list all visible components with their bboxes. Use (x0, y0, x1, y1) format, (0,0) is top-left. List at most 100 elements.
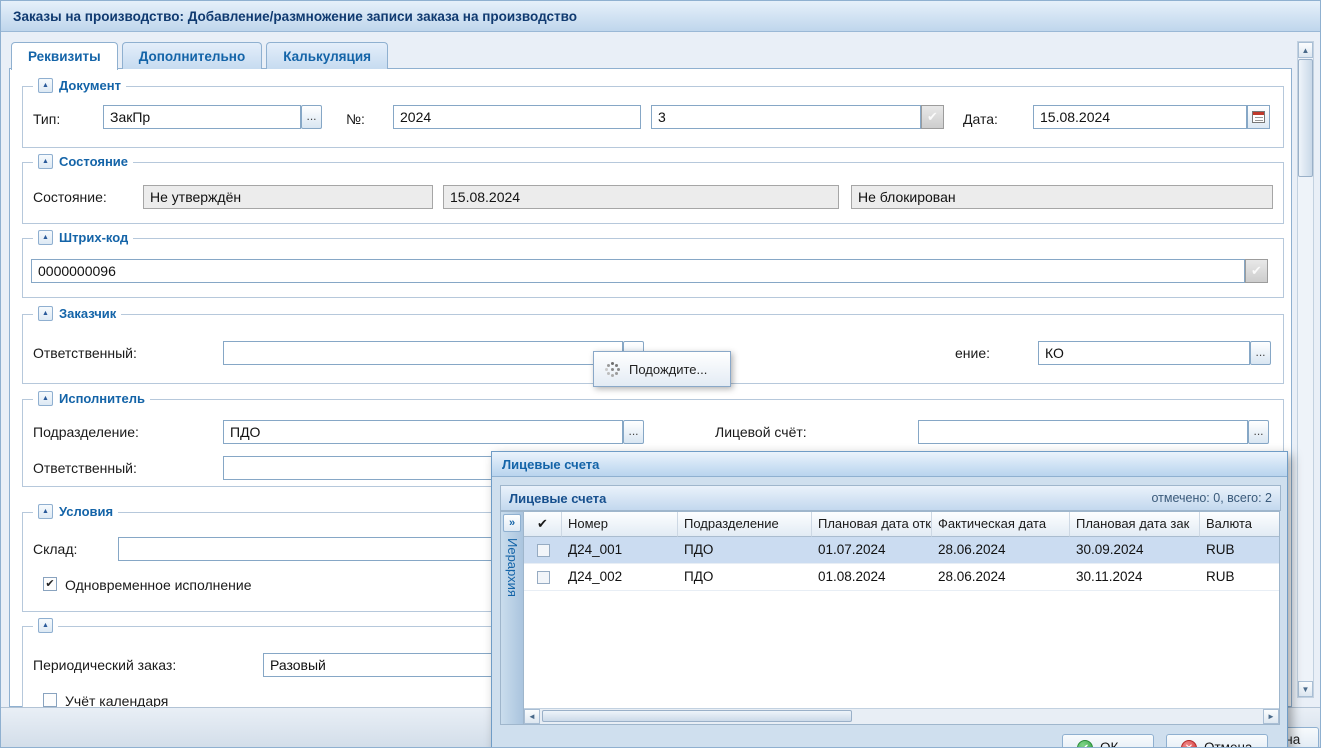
row-checkbox[interactable] (537, 571, 550, 584)
simultaneous-label[interactable]: Одновременное исполнение (65, 577, 252, 593)
vertical-scrollbar[interactable]: ▲ ▼ (1297, 41, 1314, 698)
cell-number[interactable]: Д24_001 (562, 537, 678, 563)
selection-counter: отмечено: 0, всего: 2 (1151, 491, 1272, 505)
section-title: Исполнитель (59, 391, 145, 406)
tab-bar: Реквизиты Дополнительно Калькуляция (11, 42, 388, 69)
scrollbar-thumb[interactable] (1298, 59, 1313, 177)
tab-rekvizity[interactable]: Реквизиты (11, 42, 118, 70)
dialog-panel-header: Лицевые счета отмечено: 0, всего: 2 (500, 485, 1281, 511)
state-block-field: Не блокирован (851, 185, 1273, 209)
tab-kalkulyaciya[interactable]: Калькуляция (266, 42, 388, 69)
row-checkbox-cell[interactable] (524, 564, 562, 590)
cell-plan-close[interactable]: 30.09.2024 (1070, 537, 1200, 563)
cell-fact-date[interactable]: 28.06.2024 (932, 564, 1070, 590)
cell-number[interactable]: Д24_002 (562, 564, 678, 590)
scroll-left-icon[interactable]: ◄ (524, 709, 540, 724)
executor-responsible-label: Ответственный: (33, 460, 137, 476)
customer-division-lookup-button[interactable]: ... (1250, 341, 1271, 365)
executor-account-lookup-button[interactable]: ... (1248, 420, 1269, 444)
doc-number-input[interactable]: 3 (651, 105, 921, 129)
section-periodic-legend: ▲ (33, 618, 58, 633)
window-title: Заказы на производство: Добавление/размн… (13, 9, 577, 24)
simultaneous-checkbox[interactable]: ✔ (43, 577, 57, 591)
cell-fact-date[interactable]: 28.06.2024 (932, 537, 1070, 563)
section-state-legend: ▲ Состояние (33, 154, 133, 169)
cell-currency[interactable]: RUB (1200, 537, 1280, 563)
periodic-order-input[interactable]: Разовый (263, 653, 493, 677)
table-row[interactable]: Д24_002 ПДО 01.08.2024 28.06.2024 30.11.… (524, 564, 1279, 591)
cell-plan-close[interactable]: 30.11.2024 (1070, 564, 1200, 590)
executor-account-input[interactable] (918, 420, 1248, 444)
cell-division[interactable]: ПДО (678, 537, 812, 563)
doc-type-input[interactable]: ЗакПр (103, 105, 301, 129)
collapse-icon[interactable]: ▲ (38, 230, 53, 245)
expand-panel-icon[interactable]: » (503, 514, 521, 532)
column-currency[interactable]: Валюта (1200, 512, 1280, 537)
ok-button[interactable]: ✔ ОК (1062, 734, 1154, 748)
doc-number-label: №: (346, 111, 365, 127)
cell-currency[interactable]: RUB (1200, 564, 1280, 590)
app-window: Заказы на производство: Добавление/размн… (0, 0, 1321, 748)
warehouse-input[interactable] (118, 537, 498, 561)
scrollbar-track[interactable] (540, 709, 1263, 724)
dialog-title: Лицевые счета (502, 457, 599, 472)
cell-plan-open[interactable]: 01.08.2024 (812, 564, 932, 590)
section-title: Штрих-код (59, 230, 128, 245)
collapse-icon[interactable]: ▲ (38, 306, 53, 321)
tab-dopolnitelno[interactable]: Дополнительно (122, 42, 263, 69)
column-division[interactable]: Подразделение (678, 512, 812, 537)
barcode-confirm-button[interactable]: ✔ (1245, 259, 1268, 283)
collapse-icon[interactable]: ▲ (38, 78, 53, 93)
column-plan-open[interactable]: Плановая дата отк (812, 512, 932, 537)
scrollbar-thumb[interactable] (542, 710, 852, 722)
horizontal-scrollbar[interactable]: ◄ ► (524, 708, 1279, 724)
doc-type-lookup-button[interactable]: ... (301, 105, 322, 129)
state-status-field: Не утверждён (143, 185, 433, 209)
doc-date-picker-button[interactable] (1247, 105, 1270, 129)
doc-year-input[interactable]: 2024 (393, 105, 641, 129)
warehouse-label: Склад: (33, 541, 77, 557)
doc-date-input[interactable]: 15.08.2024 (1033, 105, 1247, 129)
cancel-button[interactable]: ✕ Отмена (1166, 734, 1268, 748)
hierarchy-side-tab[interactable]: » Иерархия (500, 511, 524, 725)
row-checkbox-cell[interactable] (524, 537, 562, 563)
customer-responsible-input[interactable] (223, 341, 623, 365)
executor-division-input[interactable]: ПДО (223, 420, 623, 444)
row-checkbox[interactable] (537, 544, 550, 557)
section-executor-legend: ▲ Исполнитель (33, 391, 150, 406)
customer-division-input[interactable]: КО (1038, 341, 1250, 365)
executor-division-lookup-button[interactable]: ... (623, 420, 644, 444)
cell-division[interactable]: ПДО (678, 564, 812, 590)
scroll-right-icon[interactable]: ► (1263, 709, 1279, 724)
ok-check-icon: ✔ (1077, 740, 1093, 748)
accounts-dialog: Лицевые счета Лицевые счета отмечено: 0,… (491, 451, 1288, 748)
collapse-icon[interactable]: ▲ (38, 504, 53, 519)
scroll-up-icon[interactable]: ▲ (1298, 42, 1313, 58)
column-plan-close[interactable]: Плановая дата зак (1070, 512, 1200, 537)
dialog-titlebar[interactable]: Лицевые счета (492, 452, 1287, 477)
section-title: Состояние (59, 154, 128, 169)
section-title: Заказчик (59, 306, 116, 321)
cell-plan-open[interactable]: 01.07.2024 (812, 537, 932, 563)
section-document-legend: ▲ Документ (33, 78, 126, 93)
cancel-button-label: Отмена (1204, 740, 1252, 748)
collapse-icon[interactable]: ▲ (38, 391, 53, 406)
column-number[interactable]: Номер (562, 512, 678, 537)
executor-account-label: Лицевой счёт: (715, 424, 807, 440)
scroll-down-icon[interactable]: ▼ (1298, 681, 1313, 697)
collapse-icon[interactable]: ▲ (38, 154, 53, 169)
cancel-x-icon: ✕ (1181, 740, 1197, 748)
table-row[interactable]: Д24_001 ПДО 01.07.2024 28.06.2024 30.09.… (524, 537, 1279, 564)
column-check-icon[interactable]: ✔ (524, 512, 562, 537)
section-barcode-legend: ▲ Штрих-код (33, 230, 133, 245)
customer-division-label: ение: (955, 345, 990, 361)
collapse-icon[interactable]: ▲ (38, 618, 53, 633)
calendar-checkbox[interactable] (43, 693, 57, 707)
section-title: Условия (59, 504, 113, 519)
section-barcode: ▲ Штрих-код 0000000096 ✔ (22, 238, 1284, 298)
column-fact-date[interactable]: Фактическая дата (932, 512, 1070, 537)
hierarchy-tab-label[interactable]: Иерархия (505, 538, 520, 597)
barcode-input[interactable]: 0000000096 (31, 259, 1245, 283)
doc-type-label: Тип: (33, 111, 60, 127)
doc-number-confirm-button[interactable]: ✔ (921, 105, 944, 129)
